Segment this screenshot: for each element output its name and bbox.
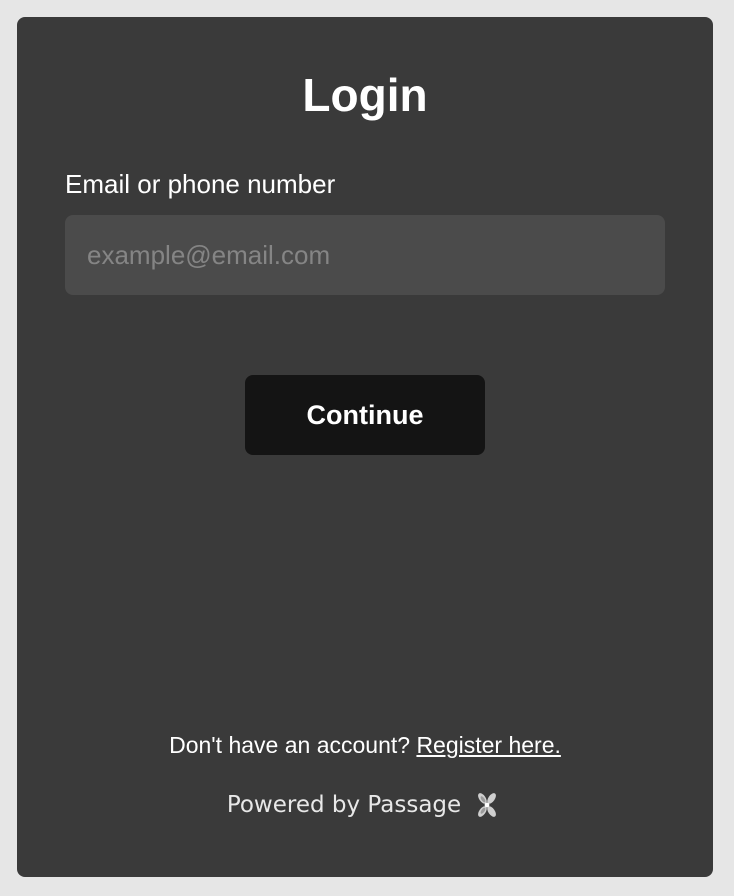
continue-button[interactable]: Continue [245,375,485,455]
passage-logo-icon [471,789,503,821]
email-field-label: Email or phone number [65,169,336,199]
page-title: Login [302,69,428,121]
email-field[interactable] [65,215,665,295]
register-link[interactable]: Register here. [416,732,560,758]
powered-by: Powered by Passage [17,789,713,821]
login-card: Login Email or phone number Continue Don… [17,17,713,877]
powered-by-text: Powered by Passage [226,792,462,818]
register-prompt-text: Don't have an account? [169,732,411,758]
register-prompt: Don't have an account? Register here. [17,729,713,761]
